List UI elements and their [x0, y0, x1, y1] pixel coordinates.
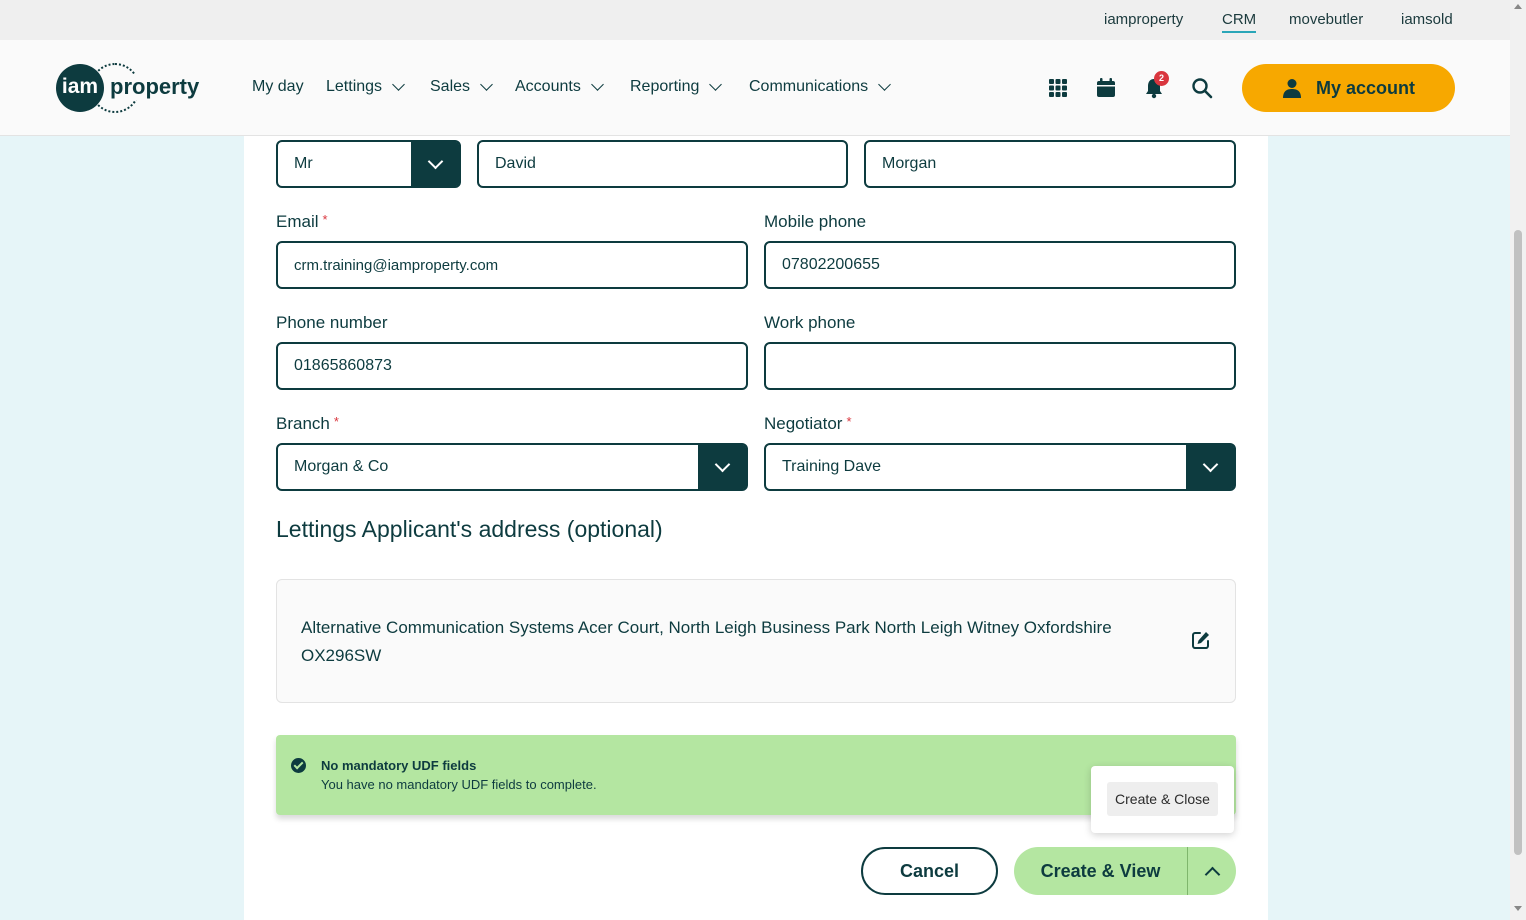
chevron-up-icon	[1204, 866, 1220, 882]
required-marker: *	[333, 414, 339, 429]
my-account-button[interactable]: My account	[1242, 64, 1455, 112]
chevron-down-icon	[878, 78, 892, 91]
udf-message: You have no mandatory UDF fields to comp…	[321, 777, 597, 792]
chevron-down-icon	[709, 78, 723, 91]
check-circle-icon	[291, 758, 306, 773]
branch-label: Branch *	[276, 414, 339, 433]
chevron-down-icon	[1202, 456, 1218, 472]
nav-communications[interactable]: Communications	[749, 78, 892, 96]
title-select[interactable]: Mr	[276, 140, 461, 188]
chevron-down-icon	[392, 78, 405, 91]
calendar-icon[interactable]	[1095, 77, 1117, 99]
work-phone-label: Work phone	[764, 313, 856, 332]
email-value: crm.training@iamproperty.com	[294, 256, 499, 274]
required-marker: *	[846, 414, 852, 429]
dropdown-toggle[interactable]	[698, 445, 746, 489]
chevron-down-icon	[714, 456, 730, 472]
brand-link-crm[interactable]: CRM	[1222, 11, 1257, 33]
chevron-down-icon	[480, 78, 493, 91]
nav-label: Sales	[430, 78, 471, 95]
branch-value: Morgan & Co	[294, 458, 389, 475]
email-field[interactable]: crm.training@iamproperty.com	[276, 241, 748, 289]
udf-title: No mandatory UDF fields	[321, 758, 477, 773]
address-section-title: Lettings Applicant's address (optional)	[276, 516, 663, 542]
address-card: Alternative Communication Systems Acer C…	[276, 579, 1236, 703]
first-name-input[interactable]: David	[477, 140, 848, 188]
nav-sales[interactable]: Sales	[430, 78, 493, 96]
mobile-phone-value: 07802200655	[782, 256, 880, 273]
logo-word: property	[108, 74, 202, 100]
brand-link-movebutler[interactable]: movebutler	[1289, 11, 1363, 28]
chevron-down-icon	[427, 153, 443, 169]
brand-link-iamsold[interactable]: iamsold	[1401, 11, 1453, 28]
nav-label: Reporting	[630, 78, 700, 95]
title-select-value: Mr	[294, 155, 313, 172]
negotiator-label: Negotiator *	[764, 414, 852, 433]
email-label: Email *	[276, 212, 328, 231]
nav-label: Lettings	[326, 78, 383, 95]
negotiator-select[interactable]: Training Dave	[764, 443, 1236, 491]
branch-select[interactable]: Morgan & Co	[276, 443, 748, 491]
address-text: Alternative Communication Systems Acer C…	[301, 618, 1112, 665]
nav-label: Communications	[749, 78, 869, 95]
page-scrollbar[interactable]	[1510, 0, 1526, 920]
scrollbar-thumb[interactable]	[1514, 230, 1522, 855]
required-marker: *	[322, 212, 328, 227]
main-header: iam property My day Lettings Sales Accou…	[0, 40, 1510, 136]
scroll-down-arrow-icon[interactable]	[1514, 906, 1522, 911]
edit-icon[interactable]	[1191, 630, 1211, 650]
apps-grid-icon[interactable]	[1047, 77, 1069, 99]
nav-accounts[interactable]: Accounts	[515, 78, 604, 96]
create-options-menu: Create & Close	[1091, 766, 1234, 833]
my-account-label: My account	[1315, 77, 1416, 98]
mobile-phone-field[interactable]: 07802200655	[764, 241, 1236, 289]
negotiator-value: Training Dave	[782, 458, 882, 475]
user-icon	[1282, 79, 1301, 98]
create-close-menu-item[interactable]: Create & Close	[1107, 782, 1218, 816]
nav-label: Accounts	[515, 78, 581, 95]
phone-number-label: Phone number	[276, 313, 388, 332]
last-name-value: Morgan	[882, 155, 937, 172]
last-name-input[interactable]: Morgan	[864, 140, 1236, 188]
nav-my-day[interactable]: My day	[252, 78, 304, 96]
first-name-value: David	[495, 155, 536, 172]
dropdown-toggle[interactable]	[411, 142, 459, 186]
create-view-split-button: Create & View	[1014, 847, 1236, 895]
notification-count-badge: 2	[1154, 71, 1169, 86]
brand-bar: iamproperty CRM movebutler iamsold	[0, 0, 1510, 40]
nav-reporting[interactable]: Reporting	[630, 78, 723, 96]
phone-number-field[interactable]: 01865860873	[276, 342, 748, 390]
cancel-button[interactable]: Cancel	[861, 847, 998, 895]
dropdown-toggle[interactable]	[1186, 445, 1234, 489]
logo-mark: iam	[56, 64, 104, 112]
nav-lettings[interactable]: Lettings	[326, 78, 405, 96]
search-icon[interactable]	[1191, 77, 1213, 99]
brand-link-iamproperty[interactable]: iamproperty	[1104, 11, 1183, 28]
create-options-toggle[interactable]	[1188, 847, 1236, 895]
mobile-phone-label: Mobile phone	[764, 212, 867, 231]
phone-number-value: 01865860873	[294, 357, 392, 374]
scroll-up-arrow-icon[interactable]	[1514, 4, 1522, 9]
work-phone-field[interactable]	[764, 342, 1236, 390]
nav-label: My day	[252, 78, 304, 95]
create-view-button[interactable]: Create & View	[1014, 847, 1187, 895]
chevron-down-icon	[590, 78, 604, 91]
